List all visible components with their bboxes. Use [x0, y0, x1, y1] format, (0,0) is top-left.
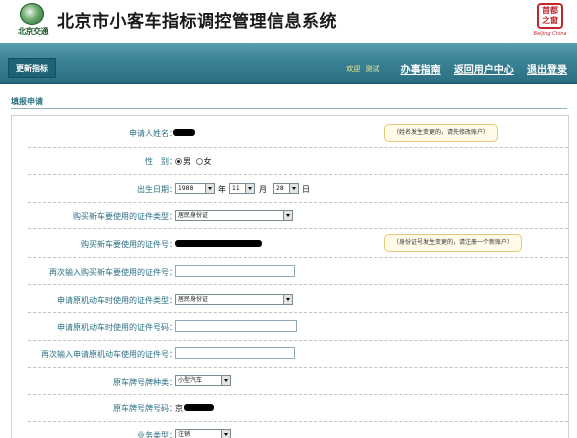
name-change-note: （姓名发生变更的，请先修改账户）: [384, 124, 499, 142]
logo-text: 北京交通: [18, 27, 49, 36]
row-divider: [28, 284, 568, 285]
globe-icon: [20, 3, 44, 25]
gender-male-radio[interactable]: [175, 158, 182, 165]
chevron-down-icon: [289, 184, 298, 193]
app-title: 北京市小客车指标调控管理信息系统: [57, 12, 337, 32]
birth-year-select[interactable]: 1988: [175, 183, 215, 194]
new-id-type-select[interactable]: 居民身份证: [175, 210, 293, 221]
row-divider: [28, 228, 568, 229]
app-header: 北京交通 北京市小客车指标调控管理信息系统 首都之窗 Beijing China: [0, 0, 577, 43]
chevron-down-icon: [221, 376, 230, 385]
emblem-subtitle: Beijing China: [533, 31, 567, 37]
row-divider: [28, 394, 568, 395]
chevron-down-icon: [245, 184, 254, 193]
old-id-type-label: 申请原机动车时使用的证件类型：: [57, 296, 177, 305]
row-divider: [28, 147, 568, 148]
gender-options: 男 女: [175, 156, 212, 167]
redacted-plate-number: [184, 404, 214, 411]
gender-female-radio[interactable]: [195, 158, 203, 165]
row-divider: [28, 202, 568, 203]
new-id-confirm-input[interactable]: [175, 265, 295, 277]
capital-window-emblem: 首都之窗 Beijing China: [533, 2, 567, 40]
redacted-name: [173, 129, 195, 136]
row-divider: [28, 312, 568, 313]
redacted-id-number: [175, 240, 262, 247]
guide-link[interactable]: 办事指南: [401, 61, 441, 76]
applicant-name-label: 申请人姓名：: [129, 129, 177, 138]
old-id-type-select[interactable]: 居民身份证: [175, 294, 293, 305]
plate-type-value: 小型汽车: [178, 377, 203, 384]
birth-month-select[interactable]: 11: [229, 183, 255, 194]
row-divider: [28, 257, 568, 258]
gender-label: 性 别：: [145, 157, 177, 166]
birth-day-value: 28: [276, 185, 284, 192]
birth-month-value: 11: [232, 185, 240, 192]
new-id-type-value: 居民身份证: [178, 212, 209, 219]
username: 测试: [365, 64, 380, 73]
plate-prefix: 京: [175, 404, 183, 413]
chevron-down-icon: [283, 295, 292, 304]
row-divider: [28, 174, 568, 175]
plate-type-select[interactable]: 小型汽车: [175, 375, 231, 386]
business-type-value: 注销: [178, 431, 191, 438]
nav-bar: 更新指标 欢迎 测试 办事指南 返回用户中心 退出登录: [0, 43, 577, 84]
old-id-number-label: 申请原机动车时使用的证件号码：: [57, 323, 177, 332]
application-form: 申请人姓名： （姓名发生变更的，请先修改账户） 性 别： 男 女 出生日期： 1…: [11, 115, 569, 438]
row-divider: [28, 367, 568, 368]
old-id-number-input[interactable]: [175, 320, 297, 332]
row-divider: [28, 421, 568, 422]
emblem-mark: 首都之窗: [537, 3, 563, 29]
id-change-note: （身份证号发生变更的，请注册一个新账户）: [384, 234, 523, 252]
user-center-link[interactable]: 返回用户中心: [454, 61, 514, 76]
section-title: 填报申请: [11, 97, 43, 106]
old-id-confirm-label: 再次输入申请原机动车使用的证件号：: [41, 350, 177, 359]
business-type-select[interactable]: 注销: [175, 429, 231, 438]
plate-number-label: 原车牌号牌号码：: [113, 404, 177, 413]
birth-day-select[interactable]: 28: [273, 183, 299, 194]
section-divider: [11, 108, 567, 109]
year-unit: 年: [218, 185, 226, 194]
logout-link[interactable]: 退出登录: [527, 61, 567, 76]
gender-female-label: 女: [203, 157, 212, 166]
chevron-down-icon: [283, 211, 292, 220]
plate-type-label: 原车牌号牌种类：: [113, 378, 177, 387]
row-divider: [28, 340, 568, 341]
new-id-type-label: 购买新车要使用的证件类型：: [73, 212, 177, 221]
chevron-down-icon: [205, 184, 214, 193]
birth-date-label: 出生日期：: [137, 185, 177, 194]
birth-year-value: 1988: [178, 185, 194, 192]
beijing-transport-logo: 北京交通: [12, 3, 54, 37]
new-id-confirm-label: 再次输入购买新车要使用的证件号：: [49, 268, 177, 277]
welcome-text: 欢迎: [346, 64, 361, 73]
month-unit: 月: [259, 185, 267, 194]
chevron-down-icon: [221, 430, 230, 438]
old-id-confirm-input[interactable]: [175, 347, 295, 359]
new-id-number-label: 购买新车要使用的证件号：: [81, 240, 177, 249]
business-type-label: 业务类型：: [137, 431, 177, 438]
gender-male-label: 男: [183, 157, 191, 166]
day-unit: 日: [302, 185, 310, 194]
tab-update-quota[interactable]: 更新指标: [8, 58, 56, 78]
nav-user-links: 欢迎 测试 办事指南 返回用户中心 退出登录: [346, 61, 567, 77]
old-id-type-value: 居民身份证: [178, 296, 209, 303]
